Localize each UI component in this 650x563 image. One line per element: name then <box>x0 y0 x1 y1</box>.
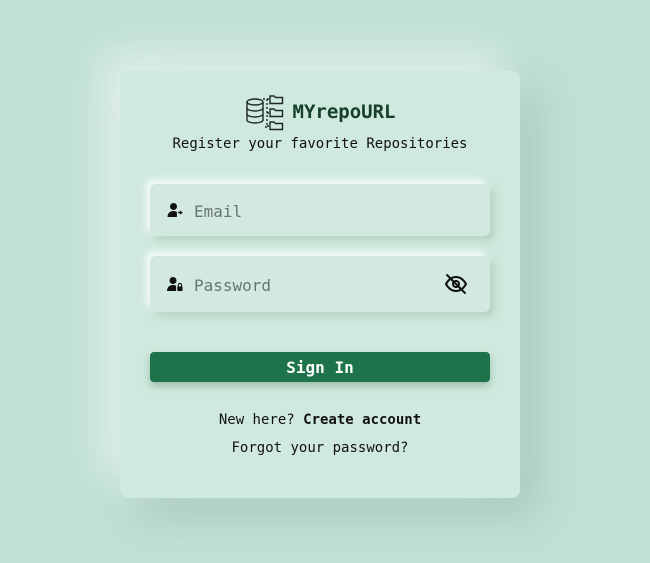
login-card: MYrepoURL Register your favorite Reposit… <box>120 71 520 498</box>
new-here-text: New here? <box>218 412 295 428</box>
sign-in-button[interactable]: Sign In <box>150 352 490 382</box>
email-field <box>150 184 490 238</box>
database-folders-icon <box>245 95 283 131</box>
forgot-password-link[interactable]: Forgot your password? <box>120 440 520 456</box>
signup-prompt: New here? Create account <box>120 412 520 428</box>
brand: MYrepoURL <box>120 93 520 131</box>
eye-off-icon[interactable] <box>444 272 468 296</box>
app-name: MYrepoURL <box>292 101 396 123</box>
email-input[interactable] <box>192 184 436 238</box>
create-account-link[interactable]: Create account <box>303 412 421 428</box>
password-input[interactable] <box>192 256 436 314</box>
user-arrow-icon <box>167 203 183 217</box>
user-lock-icon <box>167 277 183 291</box>
password-field <box>150 256 490 314</box>
tagline: Register your favorite Repositories <box>172 136 468 152</box>
